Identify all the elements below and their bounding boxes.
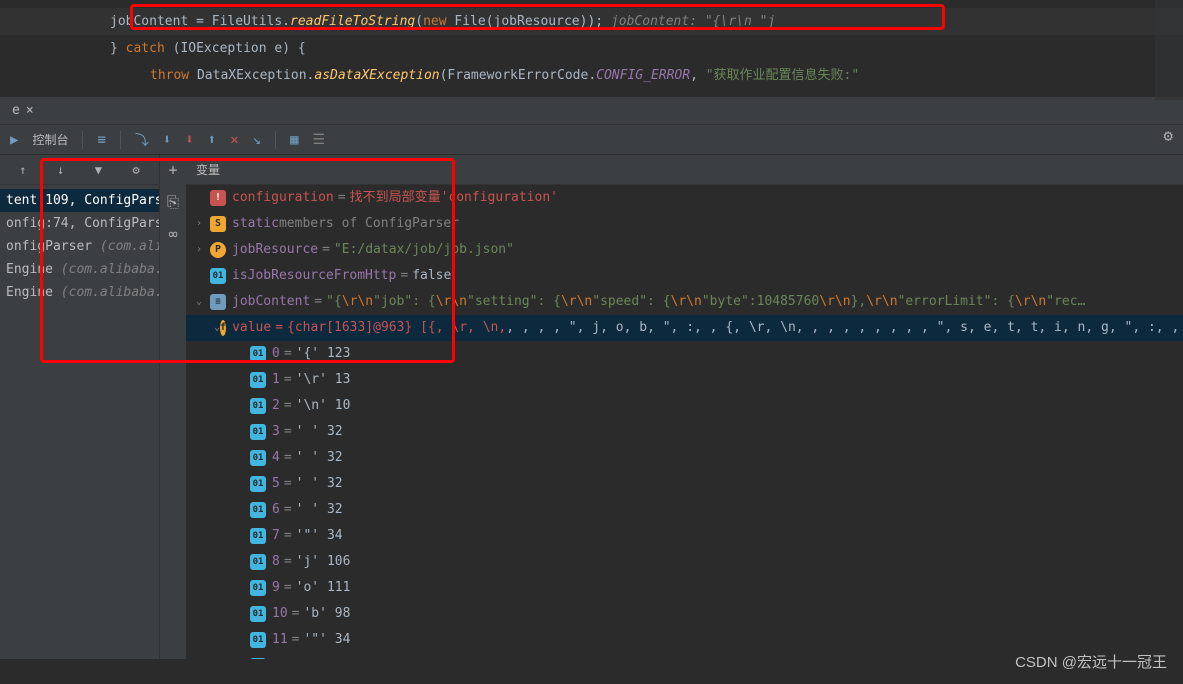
primitive-badge-icon: 01 (250, 476, 266, 492)
evaluate-icon[interactable]: ▦ (290, 132, 298, 148)
separator (82, 131, 83, 149)
editor-code-area: jobContent = FileUtils.readFileToString(… (0, 0, 1183, 97)
debug-toolbar: ▶ 控制台 ≡ ⤵ ⬇ ⬇ ⬆ ✕ ↘ ▦ ☰ (0, 125, 1183, 155)
var-char-item[interactable]: 0110='b' 98 (186, 601, 1183, 627)
watermark: CSDN @宏远十一冠王 (1015, 651, 1167, 672)
primitive-badge-icon: 01 (250, 372, 266, 388)
primitive-badge-icon: 01 (250, 398, 266, 414)
primitive-badge-icon: 01 (250, 424, 266, 440)
primitive-badge-icon: 01 (250, 580, 266, 596)
threads-icon[interactable]: ≡ (97, 132, 105, 148)
var-char-item[interactable]: 013=' ' 32 (186, 419, 1183, 445)
force-step-icon[interactable]: ⬇ (185, 132, 193, 148)
var-char-item[interactable]: 019='o' 111 (186, 575, 1183, 601)
drop-frame-icon[interactable]: ✕ (230, 132, 238, 148)
primitive-badge-icon: 01 (250, 528, 266, 544)
highlight-box-2 (186, 158, 455, 363)
var-char-item[interactable]: 018='j' 106 (186, 549, 1183, 575)
code-line-3[interactable]: throw DataXException.asDataXException(Fr… (0, 62, 1183, 89)
var-char-item[interactable]: 017='"' 34 (186, 523, 1183, 549)
primitive-badge-icon: 01 (250, 658, 266, 659)
debug-panel: ↑ ↓ ▼ ⚙ tent:109, ConfigParse onfig:74, … (0, 155, 1183, 659)
var-char-item[interactable]: 016=' ' 32 (186, 497, 1183, 523)
code-line-2[interactable]: } catch (IOException e) { (0, 35, 1183, 62)
var-char-item[interactable]: 011='\r' 13 (186, 367, 1183, 393)
var-char-item[interactable]: 012='\n' 10 (186, 393, 1183, 419)
step-over-icon[interactable]: ⤵ (135, 130, 149, 150)
tab-label: e (12, 103, 20, 118)
close-icon[interactable]: × (26, 103, 34, 118)
trace-icon[interactable]: ☰ (313, 132, 326, 148)
separator (275, 131, 276, 149)
var-char-item[interactable]: 015=' ' 32 (186, 471, 1183, 497)
highlight-box-1 (130, 4, 945, 30)
minimap[interactable] (1155, 0, 1183, 100)
prev-frame-icon[interactable]: ↑ (19, 163, 26, 177)
variables-panel: 变量 ! configuration=找不到局部变量'configuration… (186, 155, 1183, 659)
step-into-icon[interactable]: ⬇ (163, 132, 171, 148)
primitive-badge-icon: 01 (250, 502, 266, 518)
step-out-icon[interactable]: ⬆ (208, 132, 216, 148)
console-toggle-icon[interactable]: ▶ (10, 132, 18, 148)
primitive-badge-icon: 01 (250, 450, 266, 466)
separator (120, 131, 121, 149)
debug-tab-bar: e × ⚙ (0, 97, 1183, 125)
primitive-badge-icon: 01 (250, 554, 266, 570)
var-char-item[interactable]: 0111='"' 34 (186, 627, 1183, 653)
console-label: 控制台 (32, 131, 68, 148)
var-char-item[interactable]: 014=' ' 32 (186, 445, 1183, 471)
primitive-badge-icon: 01 (250, 606, 266, 622)
debug-tab[interactable]: e × (0, 99, 46, 122)
gear-icon[interactable]: ⚙ (1163, 126, 1173, 145)
run-cursor-icon[interactable]: ↘ (253, 132, 261, 148)
primitive-badge-icon: 01 (250, 632, 266, 648)
